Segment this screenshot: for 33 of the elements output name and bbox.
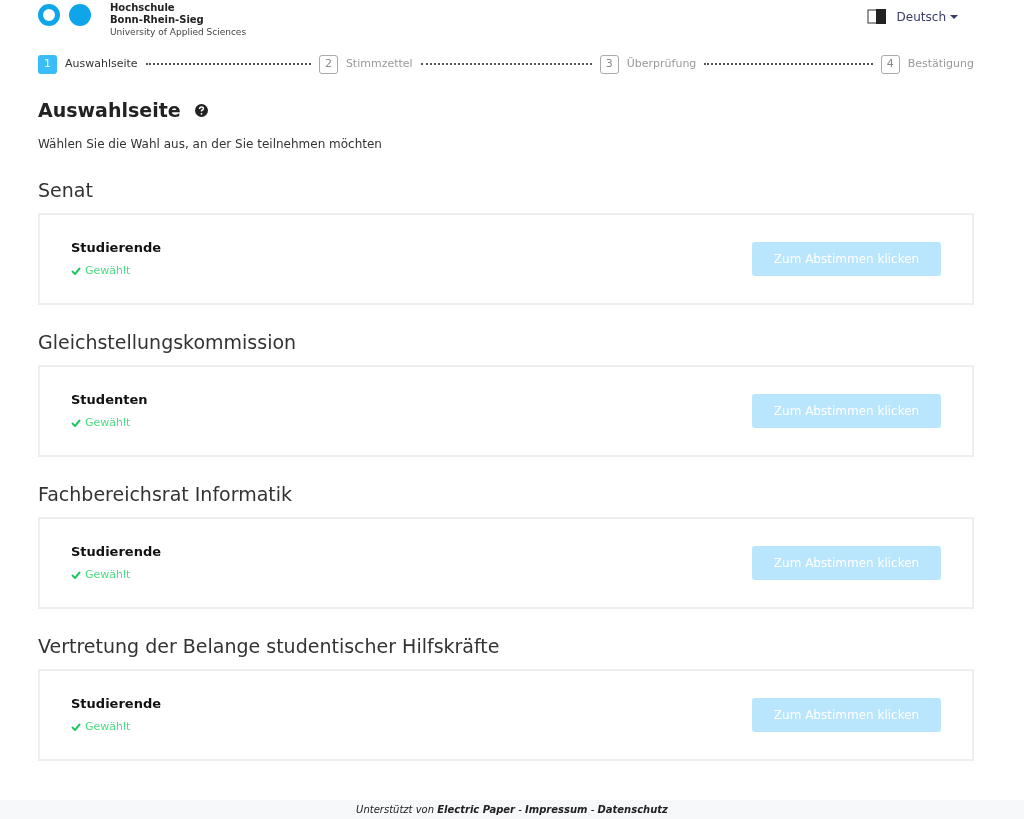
section-title: Gleichstellungskommission xyxy=(38,329,298,355)
step-tab[interactable]: 3 Überprüfung xyxy=(599,54,697,74)
voted-status: Gewählt xyxy=(85,567,131,583)
voted-status: Gewählt xyxy=(85,415,131,431)
group-name: Studierende xyxy=(71,694,162,713)
step-number: 2 xyxy=(318,54,338,74)
step-number: 1 xyxy=(38,54,57,74)
step-tab[interactable]: 4 Bestätigung xyxy=(880,54,974,74)
help-icon[interactable] xyxy=(194,103,208,117)
check-icon xyxy=(71,419,81,428)
logo-text: University of Applied Sciences xyxy=(110,26,247,38)
step-tab[interactable]: 1 Auswahlseite xyxy=(38,54,138,74)
group-name: Studierende xyxy=(71,238,162,257)
voted-status: Gewählt xyxy=(85,719,131,735)
check-icon xyxy=(71,723,81,732)
group-name: Studenten xyxy=(71,390,148,409)
step-tab[interactable]: 2 Stimmzettel xyxy=(318,54,413,74)
step-number: 3 xyxy=(599,54,619,74)
step-number: 4 xyxy=(880,54,900,74)
section-title: Fachbereichsrat Informatik xyxy=(38,481,294,507)
voted-status: Gewählt xyxy=(85,263,131,279)
language-dropdown[interactable]: Deutsch xyxy=(896,8,958,26)
section-title: Vertretung der Belange studentischer Hilfskräfte xyxy=(38,633,501,659)
check-icon xyxy=(71,267,81,276)
section-title: Senat xyxy=(38,177,94,203)
logo-text: Hochschule xyxy=(110,2,176,14)
translate-icon xyxy=(866,8,887,26)
logo-text: Bonn-Rhein-Sieg xyxy=(110,14,205,26)
page-subtitle: Wählen Sie die Wahl aus, an der Sie teilnehmen möchten xyxy=(38,135,383,153)
page-title: Auswahlseite xyxy=(38,98,181,123)
group-name: Studierende xyxy=(71,542,162,561)
footer-text: Unterstützt von Electric Paper - Impressum - Datenschutz xyxy=(356,803,668,817)
check-icon xyxy=(71,571,81,580)
